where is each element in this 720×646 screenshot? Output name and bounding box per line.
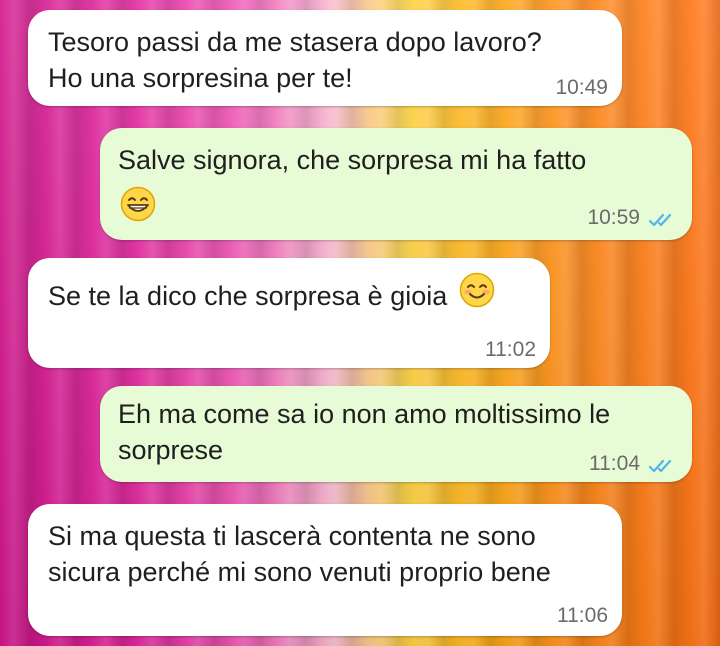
- message-meta: 11:02: [485, 338, 536, 362]
- message-meta: 10:59: [587, 206, 678, 230]
- smiling-emoji-icon: [459, 272, 495, 317]
- message-bubble-incoming[interactable]: Tesoro passi da me stasera dopo lavoro? …: [28, 10, 622, 106]
- message-text-line: Si ma questa ti lascerà contenta ne sono: [48, 521, 536, 551]
- message-text-line: Ho una sorpresina per te!: [48, 63, 353, 93]
- message-text-line: Eh ma come sa io non amo moltissimo le: [118, 399, 611, 429]
- message-text-line: Tesoro passi da me stasera dopo lavoro?: [48, 27, 542, 57]
- read-receipt-icon: [648, 210, 678, 227]
- grinning-emoji-icon: [120, 186, 156, 227]
- message-text-line: sicura perché mi sono venuti proprio ben…: [48, 557, 551, 587]
- message-text-line: Se te la dico che sorpresa è gioia: [48, 273, 495, 317]
- message-text-line: Salve signora, che sorpresa mi ha fatto: [118, 145, 587, 175]
- message-timestamp: 11:04: [589, 452, 640, 475]
- message-timestamp: 10:59: [587, 206, 640, 229]
- message-bubble-incoming[interactable]: Si ma questa ti lascerà contenta ne sono…: [28, 504, 622, 636]
- message-timestamp: 11:06: [557, 604, 608, 627]
- message-text-line: sorprese: [118, 435, 224, 465]
- message-meta: 10:49: [555, 76, 608, 100]
- message-bubble-outgoing[interactable]: Salve signora, che sorpresa mi ha fatto …: [100, 128, 692, 240]
- message-text: Se te la dico che sorpresa è gioia: [48, 281, 448, 311]
- message-bubble-outgoing[interactable]: Eh ma come sa io non amo moltissimo le s…: [100, 386, 692, 482]
- message-timestamp: 11:02: [485, 338, 536, 361]
- message-meta: 11:04: [589, 452, 678, 476]
- read-receipt-icon: [648, 456, 678, 473]
- message-timestamp: 10:49: [555, 76, 608, 99]
- message-meta: 11:06: [557, 604, 608, 628]
- message-bubble-incoming[interactable]: Se te la dico che sorpresa è gioia 11:02: [28, 258, 550, 368]
